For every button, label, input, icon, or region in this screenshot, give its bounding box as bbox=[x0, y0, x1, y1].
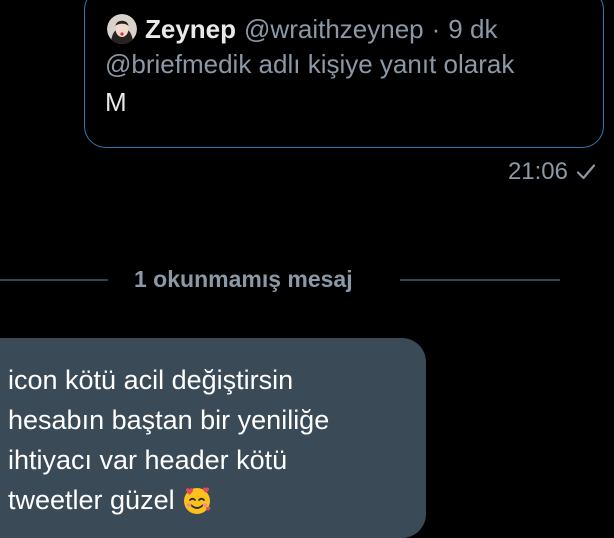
unread-divider-label: 1 okunmamış mesaj bbox=[134, 266, 353, 292]
incoming-message-bubble[interactable]: icon kötü acil değiştirsin hesabın başta… bbox=[0, 338, 426, 538]
reply-context[interactable]: @briefmedik adlı kişiye yanıt olarak bbox=[105, 49, 514, 80]
tweet-time-ago: 9 dk bbox=[448, 13, 498, 44]
avatar[interactable] bbox=[107, 14, 137, 44]
sent-message-time: 21:06 bbox=[507, 158, 568, 185]
author-name[interactable]: Zeynep bbox=[145, 14, 236, 45]
divider-line-right bbox=[400, 279, 560, 281]
separator-dot: · bbox=[431, 13, 441, 44]
message-line: hesabın baştan bir yeniliğe bbox=[8, 405, 330, 435]
smiling-face-with-hearts-icon bbox=[181, 484, 213, 516]
check-icon bbox=[576, 163, 596, 181]
divider-line-left bbox=[0, 279, 108, 281]
message-line: icon kötü acil değiştirsin bbox=[8, 365, 294, 395]
message-line-last: tweetler güzel bbox=[8, 480, 329, 520]
author-handle[interactable]: @wraithzeynep bbox=[244, 14, 424, 45]
unread-divider: 1 okunmamış mesaj bbox=[0, 266, 614, 302]
quoted-tweet-header: Zeynep @wraithzeynep · 9 dk bbox=[107, 11, 497, 47]
message-line-text: tweetler güzel bbox=[8, 485, 175, 515]
quoted-tweet-card[interactable]: Zeynep @wraithzeynep · 9 dk @briefmedik … bbox=[84, 0, 604, 148]
sent-message-meta: 21:06 bbox=[508, 158, 596, 186]
quoted-tweet-text: M bbox=[105, 87, 127, 117]
message-line: ihtiyacı var header kötü bbox=[8, 445, 288, 475]
incoming-message-text: icon kötü acil değiştirsin hesabın başta… bbox=[8, 360, 329, 520]
